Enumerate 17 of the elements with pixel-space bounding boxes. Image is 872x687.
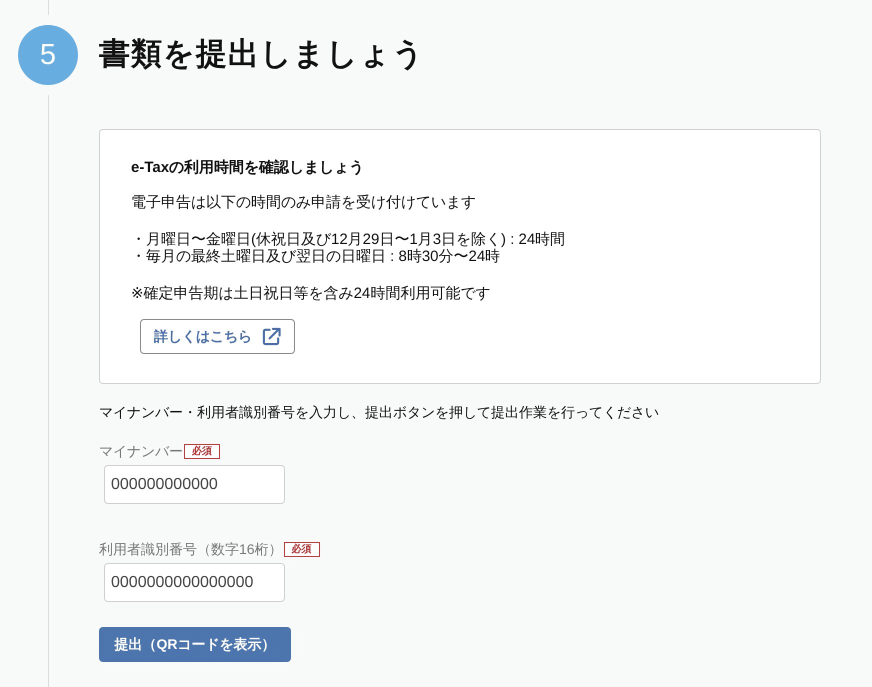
notice-note: ※確定申告期は土日祝日等を含み24時間利用可能です [131,284,492,304]
input-field[interactable]: 0000000000000000 [104,563,285,602]
field-label: 利用者識別番号（数字16桁） [99,540,283,559]
input-field[interactable]: 000000000000 [104,465,285,504]
instruction-text: マイナンバー・利用者識別番号を入力し、提出ボタンを押して提出作業を行ってください [99,403,659,422]
hours-item: ・月曜日〜金曜日(休祝日及び12月29日〜1月3日を除く) : 24時間 [131,231,566,248]
step-title: 書類を提出しましょう [99,35,425,73]
notice-text: 電子申告は以下の時間のみ申請を受け付けています [131,193,477,213]
step-number-badge: 5 [18,25,78,85]
submit-button[interactable]: 提出（QRコードを表示） [99,627,291,662]
details-link-button[interactable]: 詳しくはこちら [140,319,295,354]
field-label: マイナンバー [99,442,183,461]
hours-item: ・毎月の最終土曜日及び翌日の日曜日 : 8時30分〜24時 [131,248,502,265]
required-badge: 必須 [184,444,220,458]
notice-heading: e-Taxの利用時間を確認しましょう [131,158,366,178]
required-badge: 必須 [284,542,320,556]
external-link-icon [262,327,281,346]
